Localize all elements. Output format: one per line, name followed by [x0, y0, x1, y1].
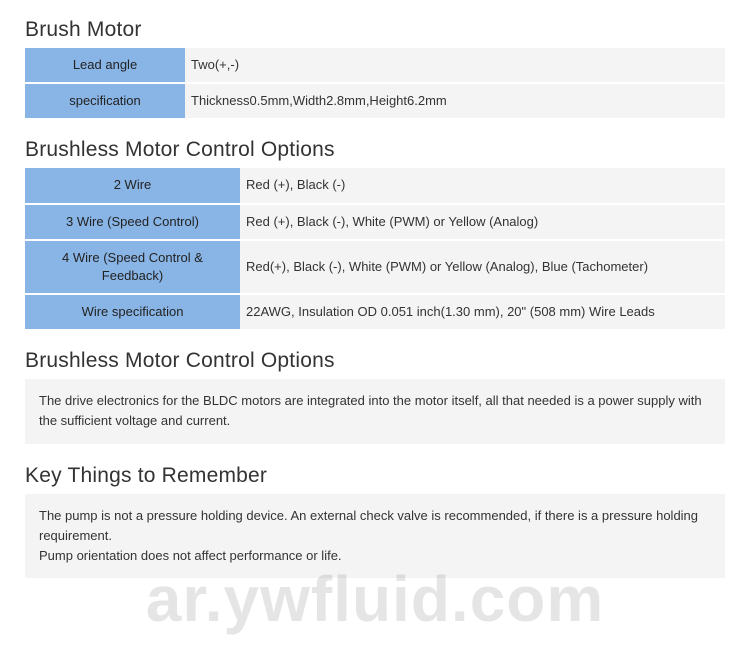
- row-label: Wire specification: [25, 295, 240, 329]
- row-label: 4 Wire (Speed Control & Feedback): [25, 241, 240, 295]
- table-row: Wire specification 22AWG, Insulation OD …: [25, 295, 725, 329]
- row-label: 3 Wire (Speed Control): [25, 205, 240, 241]
- row-label: specification: [25, 84, 185, 118]
- key-things-body: The pump is not a pressure holding devic…: [25, 494, 725, 578]
- row-label: Lead angle: [25, 48, 185, 84]
- row-value: Red(+), Black (-), White (PWM) or Yellow…: [240, 241, 725, 295]
- brushless-options-table-section: Brushless Motor Control Options 2 Wire R…: [25, 138, 725, 329]
- row-label: 2 Wire: [25, 168, 240, 204]
- key-things-title: Key Things to Remember: [25, 464, 725, 488]
- brushless-options-text-body: The drive electronics for the BLDC motor…: [25, 379, 725, 443]
- key-things-line1: The pump is not a pressure holding devic…: [39, 506, 711, 546]
- brush-motor-title: Brush Motor: [25, 18, 725, 42]
- brushless-options-table: 2 Wire Red (+), Black (-) 3 Wire (Speed …: [25, 168, 725, 329]
- row-value: Two(+,-): [185, 48, 725, 84]
- table-row: 4 Wire (Speed Control & Feedback) Red(+)…: [25, 241, 725, 295]
- brushless-options-text-section: Brushless Motor Control Options The driv…: [25, 349, 725, 443]
- brush-motor-table: Lead angle Two(+,-) specification Thickn…: [25, 48, 725, 118]
- document-content: Brush Motor Lead angle Two(+,-) specific…: [0, 0, 750, 608]
- table-row: 2 Wire Red (+), Black (-): [25, 168, 725, 204]
- key-things-section: Key Things to Remember The pump is not a…: [25, 464, 725, 578]
- row-value: Red (+), Black (-): [240, 168, 725, 204]
- row-value: 22AWG, Insulation OD 0.051 inch(1.30 mm)…: [240, 295, 725, 329]
- table-row: Lead angle Two(+,-): [25, 48, 725, 84]
- brush-motor-section: Brush Motor Lead angle Two(+,-) specific…: [25, 18, 725, 118]
- brushless-options-text-title: Brushless Motor Control Options: [25, 349, 725, 373]
- row-value: Red (+), Black (-), White (PWM) or Yello…: [240, 205, 725, 241]
- row-value: Thickness0.5mm,Width2.8mm,Height6.2mm: [185, 84, 725, 118]
- table-row: 3 Wire (Speed Control) Red (+), Black (-…: [25, 205, 725, 241]
- key-things-line2: Pump orientation does not affect perform…: [39, 546, 711, 566]
- table-row: specification Thickness0.5mm,Width2.8mm,…: [25, 84, 725, 118]
- brushless-options-table-title: Brushless Motor Control Options: [25, 138, 725, 162]
